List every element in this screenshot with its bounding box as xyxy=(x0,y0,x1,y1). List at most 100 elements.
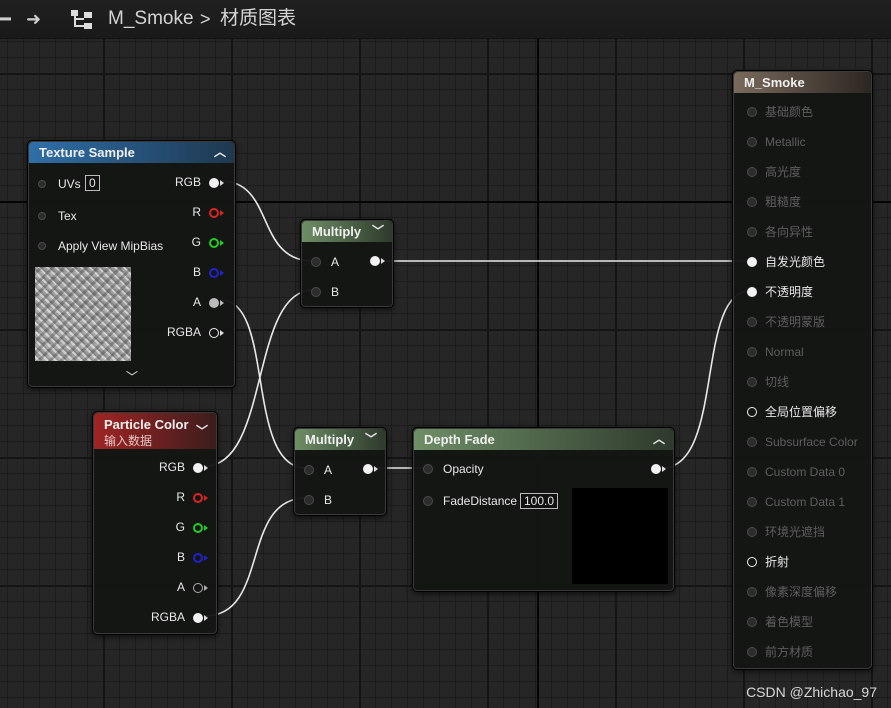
output-pin[interactable] xyxy=(193,583,203,593)
input-pin[interactable] xyxy=(747,437,757,447)
particle-color-node[interactable]: Particle Color 输入数据 ﹀ RGB R G B A RGBA xyxy=(92,411,218,635)
fade-distance-value-field[interactable]: 100.0 xyxy=(520,493,559,509)
pin-label: RGBA xyxy=(150,610,185,624)
particle-color-header[interactable]: Particle Color 输入数据 ﹀ xyxy=(94,413,216,449)
pin-label: Subsurface Color xyxy=(765,435,858,449)
input-pin[interactable] xyxy=(747,617,757,627)
output-pin[interactable] xyxy=(370,256,380,266)
input-pin[interactable] xyxy=(311,257,321,267)
b-output-row[interactable]: B xyxy=(165,265,225,281)
input-pin[interactable] xyxy=(38,212,46,220)
pin-label: 前方材质 xyxy=(765,645,814,659)
collapse-chevron-icon[interactable]: ﹀ xyxy=(372,221,384,242)
output-pin[interactable] xyxy=(209,208,219,218)
pin-label: R xyxy=(192,205,201,219)
pin-label: UVs xyxy=(58,177,81,191)
texture-sample-header[interactable]: Texture Sample ︿ xyxy=(29,142,234,163)
pin-label: 不透明蒙版 xyxy=(765,315,826,329)
pin-arrow-icon xyxy=(662,466,666,472)
pin-arrow-icon xyxy=(220,240,224,246)
pin-arrow-icon xyxy=(220,180,224,186)
material-result-header[interactable]: M_Smoke xyxy=(734,72,871,93)
output-pin[interactable] xyxy=(209,298,219,308)
texture-sample-node[interactable]: Texture Sample ︿ UVs 0 Tex Apply View Mi… xyxy=(27,140,236,388)
input-pin[interactable] xyxy=(747,527,757,537)
pin-label: RGB xyxy=(158,460,185,474)
breadcrumb-asset[interactable]: M_Smoke xyxy=(108,8,194,30)
pin-label: 高光度 xyxy=(765,165,802,179)
rgba-output-row[interactable]: RGBA xyxy=(149,610,209,626)
input-pin[interactable] xyxy=(423,496,433,506)
b-output-row[interactable]: B xyxy=(149,550,209,566)
rgba-output-row[interactable]: RGBA xyxy=(165,325,225,341)
pin-arrow-icon xyxy=(374,466,378,472)
output-pin[interactable] xyxy=(193,493,203,503)
output-pin[interactable] xyxy=(193,463,203,473)
pin-label: RGBA xyxy=(166,325,201,339)
multiply-node-top[interactable]: Multiply ﹀ A B xyxy=(300,219,394,308)
input-pin[interactable] xyxy=(38,242,46,250)
input-pin[interactable] xyxy=(747,647,757,657)
output-pin[interactable] xyxy=(209,268,219,278)
pin-label: 全局位置偏移 xyxy=(765,405,838,419)
input-pin[interactable] xyxy=(747,407,757,417)
input-pin[interactable] xyxy=(747,587,757,597)
output-pin[interactable] xyxy=(209,238,219,248)
input-pin[interactable] xyxy=(304,465,314,475)
input-pin[interactable] xyxy=(747,167,757,177)
multiply-node-bottom[interactable]: Multiply ﹀ A B xyxy=(293,427,387,516)
input-pin[interactable] xyxy=(747,467,757,477)
input-pin[interactable] xyxy=(747,377,757,387)
pin-label: Normal xyxy=(765,345,804,359)
output-pin[interactable] xyxy=(209,178,219,188)
output-pin[interactable] xyxy=(193,613,203,623)
rgb-output-row[interactable]: RGB xyxy=(149,460,209,476)
input-pin[interactable] xyxy=(747,347,757,357)
pin-label: Apply View MipBias xyxy=(58,239,164,253)
input-pin[interactable] xyxy=(747,197,757,207)
forward-arrow-icon[interactable]: ➜ xyxy=(26,10,41,28)
collapse-chevron-icon[interactable]: ﹀ xyxy=(196,421,208,441)
input-pin[interactable] xyxy=(747,227,757,237)
input-pin[interactable] xyxy=(38,180,46,188)
multiply-header[interactable]: Multiply ﹀ xyxy=(302,221,392,242)
g-output-row[interactable]: G xyxy=(165,235,225,251)
input-pin[interactable] xyxy=(747,287,757,297)
back-icon[interactable]: ━ xyxy=(0,10,11,28)
input-pin[interactable] xyxy=(747,497,757,507)
rgb-output-row[interactable]: RGB xyxy=(165,175,225,191)
pin-label: 各向异性 xyxy=(765,225,814,239)
multiply-header[interactable]: Multiply ﹀ xyxy=(295,429,385,450)
input-pin[interactable] xyxy=(311,287,321,297)
input-pin[interactable] xyxy=(747,557,757,567)
pin-label: G xyxy=(191,235,201,249)
collapse-chevron-icon[interactable]: ︿ xyxy=(653,429,665,450)
pin-arrow-icon xyxy=(381,258,385,264)
depth-fade-node[interactable]: Depth Fade ︿ Opacity FadeDistance 100.0 xyxy=(412,427,675,592)
a-output-row[interactable]: A xyxy=(149,580,209,596)
collapse-chevron-icon[interactable]: ︿ xyxy=(214,142,226,163)
depth-fade-header[interactable]: Depth Fade ︿ xyxy=(414,429,673,450)
input-pin[interactable] xyxy=(423,464,433,474)
graph-origin-vertical-axis xyxy=(537,0,539,708)
input-pin[interactable] xyxy=(747,137,757,147)
input-pin[interactable] xyxy=(747,317,757,327)
input-pin[interactable] xyxy=(747,107,757,117)
output-pin[interactable] xyxy=(209,328,219,338)
output-pin[interactable] xyxy=(193,523,203,533)
material-result-node[interactable]: M_Smoke 基础颜色 Metallic 高光度 粗糙度 各向异性 自发光颜色 不透明度不… xyxy=(732,70,873,670)
a-output-row[interactable]: A xyxy=(165,295,225,311)
expand-chevron-icon[interactable]: ﹀ xyxy=(126,368,138,385)
collapse-chevron-icon[interactable]: ﹀ xyxy=(365,429,377,450)
output-pin[interactable] xyxy=(363,464,373,474)
g-output-row[interactable]: G xyxy=(149,520,209,536)
input-pin[interactable] xyxy=(747,257,757,267)
pin-label: A xyxy=(176,580,185,594)
output-pin[interactable] xyxy=(193,553,203,563)
uvs-value-field[interactable]: 0 xyxy=(85,175,100,191)
output-pin[interactable] xyxy=(651,464,661,474)
r-output-row[interactable]: R xyxy=(165,205,225,221)
input-pin[interactable] xyxy=(304,495,314,505)
r-output-row[interactable]: R xyxy=(149,490,209,506)
breadcrumb-graph[interactable]: 材质图表 xyxy=(220,8,296,30)
